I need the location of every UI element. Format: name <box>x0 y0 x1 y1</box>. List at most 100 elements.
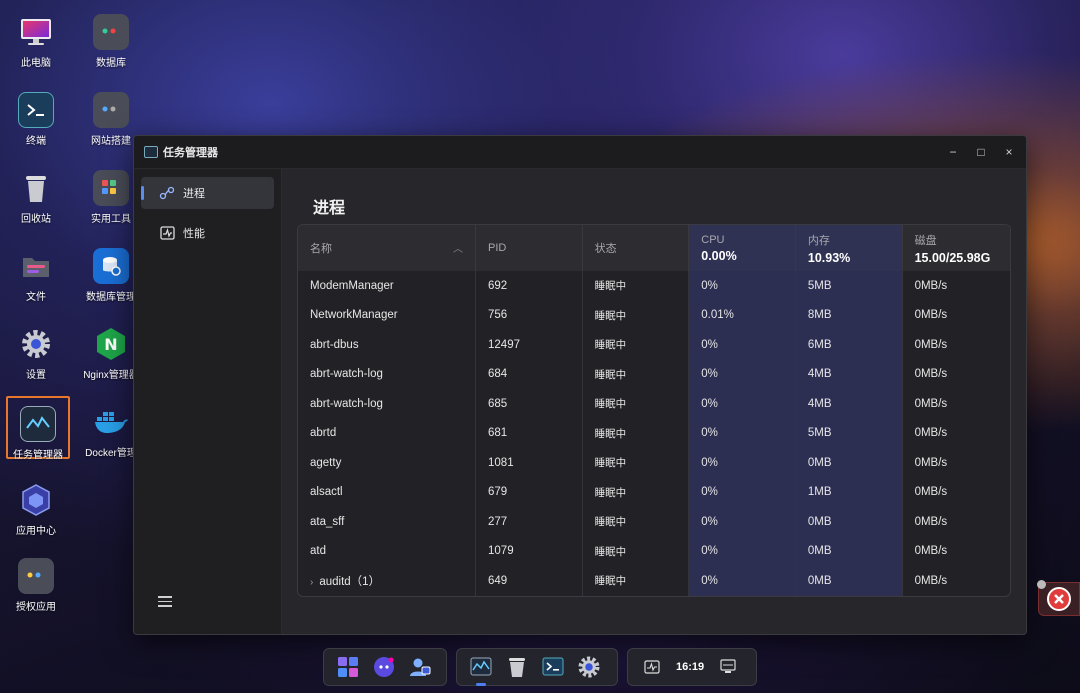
process-name-cell: abrt-dbus <box>298 330 477 360</box>
table-row[interactable]: abrtd 681 睡眠中 0% 5MB 0MB/s <box>298 418 1010 448</box>
user-management-icon[interactable] <box>408 655 432 679</box>
floating-close-button[interactable] <box>1037 580 1080 616</box>
memory-cell: 5MB <box>795 418 903 448</box>
indicator-dot <box>1037 580 1046 589</box>
memory-total: 10.93% <box>807 250 851 265</box>
process-name: auditd（1） <box>319 575 381 588</box>
desktop-icon-this-pc[interactable]: 此电脑 <box>0 14 72 69</box>
taskbar-clock[interactable]: 16:19 <box>676 661 704 673</box>
column-header-name[interactable]: 名称 ︿ <box>298 225 477 271</box>
cpu-cell: 0% <box>688 330 796 360</box>
sidebar: 进程 性能 <box>134 169 282 634</box>
taskbar-group-launcher <box>323 648 447 686</box>
desktop-icon-recycle-bin[interactable]: 回收站 <box>0 170 72 225</box>
pid-cell: 756 <box>475 300 583 330</box>
docker-icon <box>93 404 129 440</box>
cpu-cell: 0.01% <box>688 300 796 330</box>
start-menu-icon[interactable] <box>336 655 360 679</box>
process-name-cell: NetworkManager <box>298 300 477 330</box>
database-folder-icon <box>93 14 129 50</box>
table-row[interactable]: abrt-watch-log 684 睡眠中 0% 4MB 0MB/s <box>298 359 1010 389</box>
state-cell: 睡眠中 <box>582 330 690 360</box>
memory-cell: 0MB <box>795 566 903 596</box>
gear-icon <box>18 326 54 362</box>
task-manager-icon <box>470 657 492 676</box>
pid-cell: 684 <box>475 359 583 389</box>
disk-cell: 0MB/s <box>914 574 948 587</box>
desktop-icon-authorized-apps[interactable]: 授权应用 <box>0 558 72 613</box>
desktop-icon-label: 设置 <box>26 370 46 381</box>
taskbar-recycle-bin[interactable] <box>505 655 529 679</box>
column-header-cpu[interactable]: CPU 0.00% <box>688 225 796 271</box>
cpu-total: 0.00% <box>701 248 737 263</box>
desktop-icon-label: 回收站 <box>21 214 51 225</box>
sidebar-item-processes[interactable]: 进程 <box>141 177 274 209</box>
task-manager-icon <box>144 146 158 158</box>
table-row[interactable]: ata_sff 277 睡眠中 0% 0MB 0MB/s <box>298 507 1010 537</box>
column-header-disk[interactable]: 磁盘 15.00/25.98G <box>902 225 1010 271</box>
memory-cell: 5MB <box>795 271 903 301</box>
desktop-icon-files[interactable]: 文件 <box>0 248 72 303</box>
table-row[interactable]: agetty 1081 睡眠中 0% 0MB 0MB/s <box>298 448 1010 478</box>
taskbar-terminal[interactable] <box>541 655 565 679</box>
desktop-icon-label: 终端 <box>26 136 46 147</box>
column-header-pid[interactable]: PID <box>475 225 583 271</box>
database-manage-icon <box>93 248 129 284</box>
performance-icon <box>159 225 175 241</box>
svg-text:N: N <box>104 335 117 354</box>
desktop-icon-terminal[interactable]: 终端 <box>0 92 72 147</box>
assistant-icon[interactable] <box>372 655 396 679</box>
sidebar-item-performance[interactable]: 性能 <box>141 217 274 249</box>
cpu-cell: 0% <box>688 271 796 301</box>
gear-icon <box>578 656 600 678</box>
disk-cell: 0MB/s <box>914 456 948 469</box>
cpu-cell: 0% <box>688 389 796 419</box>
table-row[interactable]: › auditd（1） 649 睡眠中 0% 0MB 0MB/s <box>298 566 1010 596</box>
cpu-cell: 0% <box>688 507 796 537</box>
disk-total: 15.00/25.98G <box>914 250 991 265</box>
desktop-icon-database[interactable]: 数据库 <box>75 14 147 69</box>
state-cell: 睡眠中 <box>582 359 690 389</box>
performance-monitor-icon[interactable] <box>640 655 664 679</box>
cpu-cell: 0% <box>688 477 796 507</box>
cpu-cell: 0% <box>688 448 796 478</box>
tools-folder-icon <box>93 170 129 206</box>
desktop-icon-app-center[interactable]: 应用中心 <box>0 482 72 537</box>
disk-cell: 0MB/s <box>914 545 948 558</box>
table-row[interactable]: ModemManager 692 睡眠中 0% 5MB 0MB/s <box>298 271 1010 301</box>
state-cell: 睡眠中 <box>582 300 690 330</box>
taskbar-settings[interactable] <box>577 655 601 679</box>
taskbar-task-manager[interactable] <box>469 655 493 686</box>
show-desktop-icon[interactable] <box>716 655 740 679</box>
maximize-button[interactable]: □ <box>974 145 988 159</box>
state-cell: 睡眠中 <box>582 418 690 448</box>
pid-cell: 649 <box>475 566 583 596</box>
table-row[interactable]: alsactl 679 睡眠中 0% 1MB 0MB/s <box>298 477 1010 507</box>
desktop-icon-settings[interactable]: 设置 <box>0 326 72 381</box>
column-header-state[interactable]: 状态 <box>582 225 690 271</box>
minimize-button[interactable]: − <box>946 145 960 159</box>
nginx-icon: N <box>93 326 129 362</box>
table-row[interactable]: abrt-dbus 12497 睡眠中 0% 6MB 0MB/s <box>298 330 1010 360</box>
process-name-cell: alsactl <box>298 477 477 507</box>
sidebar-item-label: 性能 <box>183 228 205 240</box>
desktop-icon-label: 授权应用 <box>16 602 56 613</box>
process-table: 名称 ︿ PID 状态 CPU 0.00% 内存 10.93% 磁盘 15.00/25.… <box>297 224 1011 597</box>
pid-cell: 692 <box>475 271 583 301</box>
table-row[interactable]: NetworkManager 756 睡眠中 0.01% 8MB 0MB/s <box>298 300 1010 330</box>
pid-cell: 277 <box>475 507 583 537</box>
window-titlebar[interactable]: 任务管理器 − □ × <box>134 136 1026 169</box>
window-controls: − □ × <box>946 145 1016 159</box>
desktop-icon-task-manager[interactable]: 任务管理器 <box>6 396 70 461</box>
process-panel: 进程 名称 ︿ PID 状态 CPU 0.00% 内存 10.93% 磁盘 15.00/… <box>282 169 1026 634</box>
state-cell: 睡眠中 <box>582 389 690 419</box>
column-header-memory[interactable]: 内存 10.93% <box>795 225 903 271</box>
desktop-icon-label: 应用中心 <box>16 526 56 537</box>
close-button[interactable]: × <box>1002 145 1016 159</box>
table-row[interactable]: atd 1079 睡眠中 0% 0MB 0MB/s <box>298 536 1010 566</box>
pid-cell: 679 <box>475 477 583 507</box>
menu-toggle-icon[interactable] <box>158 596 172 608</box>
expand-chevron-icon[interactable]: › <box>310 577 313 588</box>
disk-cell: 0MB/s <box>914 338 948 351</box>
table-row[interactable]: abrt-watch-log 685 睡眠中 0% 4MB 0MB/s <box>298 389 1010 419</box>
